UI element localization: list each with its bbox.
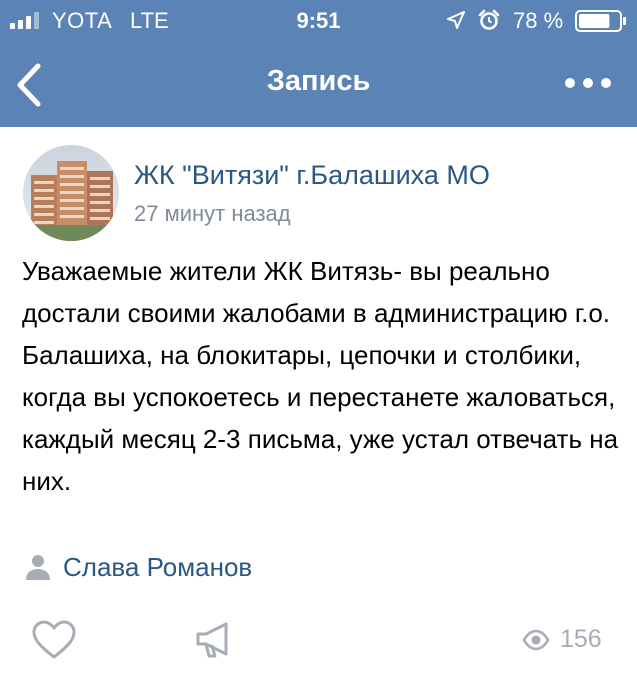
- location-icon: [447, 11, 465, 29]
- post-text: Уважаемые жители ЖК Витязь- вы реально д…: [22, 256, 619, 496]
- alarm-icon: [478, 9, 500, 30]
- share-button[interactable]: [194, 618, 236, 660]
- more-icon: [565, 78, 611, 88]
- status-bar: YOTA LTE 9:51 78 %: [0, 0, 637, 40]
- page-title: Запись: [266, 65, 371, 97]
- community-name-link[interactable]: ЖК "Витязи" г.Балашиха МО: [134, 160, 490, 191]
- more-button[interactable]: [560, 68, 616, 98]
- signer-name: Слава Романов: [63, 552, 253, 582]
- like-button[interactable]: [31, 620, 77, 660]
- post-screen: YOTA LTE 9:51 78 % Запись ЖК "Витязи" г.…: [0, 0, 637, 675]
- battery-icon: [575, 10, 626, 32]
- user-icon: [26, 555, 50, 580]
- battery-percent: 78 %: [513, 8, 564, 33]
- heart-icon: [32, 620, 76, 659]
- post-timestamp: 27 минут назад: [134, 201, 291, 226]
- header: YOTA LTE 9:51 78 % Запись: [0, 0, 637, 127]
- nav-bar: Запись: [0, 40, 637, 127]
- community-avatar[interactable]: [23, 145, 119, 241]
- views-count: 156: [560, 625, 602, 653]
- eye-icon: [522, 629, 550, 651]
- megaphone-icon: [196, 622, 228, 658]
